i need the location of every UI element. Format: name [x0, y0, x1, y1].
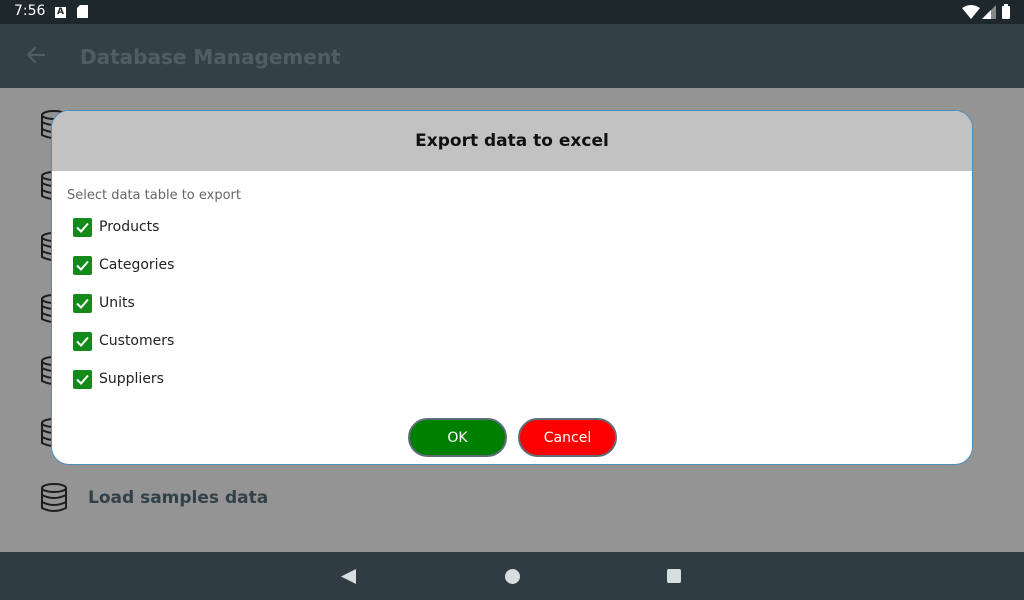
- dialog-title: Export data to excel: [415, 131, 609, 151]
- check-icon: [76, 374, 89, 385]
- dialog-header: Export data to excel: [52, 111, 972, 171]
- status-bar: 7:56 A: [0, 0, 1024, 24]
- check-icon: [76, 222, 89, 233]
- notification-a-icon: A: [55, 7, 66, 18]
- nav-home-icon[interactable]: [505, 569, 520, 584]
- checkbox-row-suppliers[interactable]: Suppliers: [73, 369, 164, 389]
- wifi-icon: [962, 5, 980, 19]
- checkbox-label: Suppliers: [99, 371, 164, 387]
- checkbox-label: Categories: [99, 257, 175, 273]
- checkbox-row-products[interactable]: Products: [73, 217, 159, 237]
- export-dialog: Export data to excel Select data table t…: [51, 110, 973, 465]
- checkbox-products[interactable]: [73, 217, 92, 237]
- checkbox-units[interactable]: [73, 293, 92, 313]
- sd-card-icon: [77, 5, 88, 18]
- dialog-subtitle: Select data table to export: [67, 188, 242, 203]
- checkbox-row-units[interactable]: Units: [73, 293, 135, 313]
- checkbox-row-customers[interactable]: Customers: [73, 331, 174, 351]
- status-time: 7:56: [14, 3, 46, 19]
- checkbox-suppliers[interactable]: [73, 369, 92, 389]
- ok-button[interactable]: OK: [408, 418, 507, 457]
- signal-icon: [982, 5, 996, 19]
- check-icon: [76, 260, 89, 271]
- checkbox-row-categories[interactable]: Categories: [73, 255, 174, 275]
- nav-back-icon[interactable]: [341, 569, 356, 584]
- system-nav-bar: [0, 552, 1024, 600]
- checkbox-customers[interactable]: [73, 331, 92, 351]
- cancel-button[interactable]: Cancel: [518, 418, 617, 457]
- check-icon: [76, 336, 89, 347]
- check-icon: [76, 298, 89, 309]
- checkbox-label: Customers: [99, 333, 175, 349]
- nav-recents-icon[interactable]: [667, 569, 681, 583]
- battery-icon: [1002, 4, 1010, 19]
- checkbox-categories[interactable]: [73, 255, 92, 275]
- checkbox-label: Units: [99, 295, 135, 311]
- checkbox-label: Products: [99, 219, 160, 235]
